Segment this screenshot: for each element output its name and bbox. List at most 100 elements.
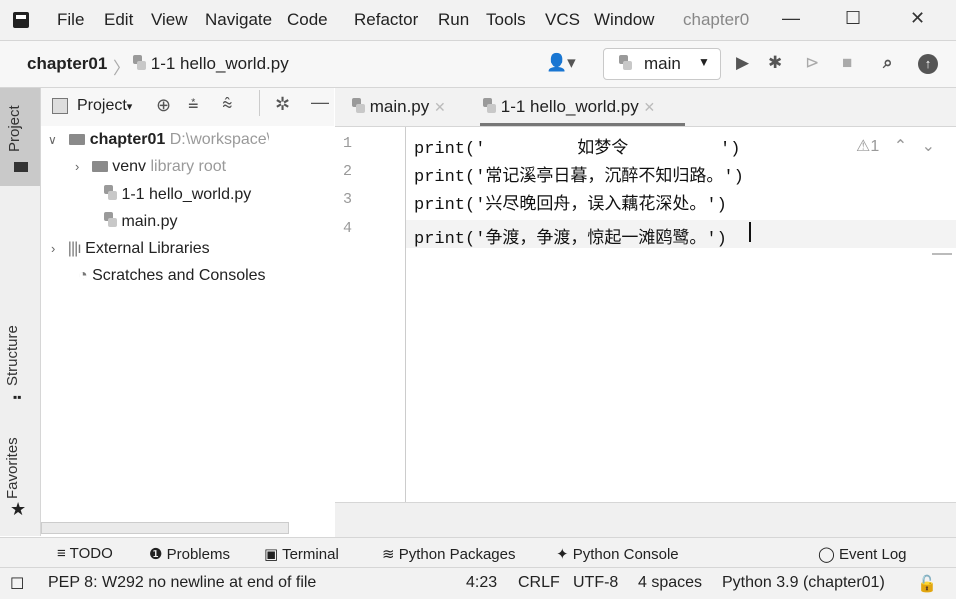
tool-python-packages[interactable]: ≋ Python Packages xyxy=(382,545,516,563)
toggle-tool-windows-icon[interactable]: ☐ xyxy=(10,574,24,594)
tool-tab-project-label: Project xyxy=(6,105,23,152)
gear-icon[interactable]: ✲ xyxy=(275,94,290,115)
maximize-icon[interactable]: ☐ xyxy=(845,8,861,29)
run-config-label: main xyxy=(644,54,681,73)
status-indent[interactable]: 4 spaces xyxy=(638,574,702,592)
tool-problems[interactable]: ❶ Problems xyxy=(149,545,230,563)
search-icon[interactable]: ⌕ xyxy=(883,53,893,73)
menu-window[interactable]: Window xyxy=(594,10,654,30)
code-line-1[interactable]: print(' 如梦令 ') xyxy=(414,133,740,159)
run-config-select[interactable]: main ▼ xyxy=(603,48,721,80)
line-number-gutter: 1 2 3 4 xyxy=(335,127,406,502)
menu-run[interactable]: Run xyxy=(438,10,469,30)
collapse-all-icon[interactable]: ⩯ xyxy=(222,94,233,115)
dropdown-icon: ▾ xyxy=(126,101,133,113)
tree-item-label: venv xyxy=(112,158,147,175)
status-message[interactable]: PEP 8: W292 no newline at end of file xyxy=(48,574,316,592)
menu-file[interactable]: File xyxy=(57,10,84,30)
line-number: 4 xyxy=(343,220,353,237)
tool-python-console-label: Python Console xyxy=(572,546,679,563)
code-line-4[interactable]: print('争渡，争渡，惊起一滩鸥鹭。') xyxy=(414,223,727,249)
user-icon[interactable]: 👤▾ xyxy=(546,53,576,73)
tab-hello-world[interactable]: 1-1 hello_world.py ✕ xyxy=(482,97,655,117)
expand-all-icon[interactable]: ⩮ xyxy=(188,94,199,115)
tree-item-venv[interactable]: › venv library root xyxy=(75,158,226,176)
menu-refactor[interactable]: Refactor xyxy=(354,10,418,30)
tree-item-scratches[interactable]: ◔ Scratches and Consoles xyxy=(78,267,266,285)
close-tab-icon[interactable]: ✕ xyxy=(643,99,655,115)
line-number: 2 xyxy=(343,163,353,180)
tree-item-main[interactable]: main.py xyxy=(103,212,177,231)
run-icon[interactable]: ▶ xyxy=(736,53,749,73)
tool-tab-favorites-label: Favorites xyxy=(4,437,21,499)
warning-icon: ⚠ xyxy=(856,138,871,155)
lock-icon[interactable]: 🔓 xyxy=(917,574,937,594)
tool-terminal[interactable]: ▣ Terminal xyxy=(264,545,339,563)
chevron-right-icon: › xyxy=(75,159,80,174)
tree-root[interactable]: ∨ chapter01 D:\workspace\chap xyxy=(48,131,269,149)
breadcrumb-file[interactable]: 1-1 hello_world.py xyxy=(132,54,289,74)
tool-event-log-label: Event Log xyxy=(838,546,907,563)
menu-edit[interactable]: Edit xyxy=(104,10,133,30)
tab-main[interactable]: main.py ✕ xyxy=(351,97,446,117)
tree-root-path: D:\workspace\chap xyxy=(169,131,269,148)
project-scrollbar[interactable] xyxy=(41,522,289,534)
tab-label: 1-1 hello_world.py xyxy=(500,97,639,116)
python-icon xyxy=(618,55,632,71)
tool-problems-label: Problems xyxy=(166,546,230,563)
divider xyxy=(259,90,260,116)
status-bar: ☐ PEP 8: W292 no newline at end of file … xyxy=(0,567,956,599)
stop-icon[interactable]: ■ xyxy=(842,53,852,73)
tree-item-hello-world[interactable]: 1-1 hello_world.py xyxy=(103,185,251,204)
status-interpreter[interactable]: Python 3.9 (chapter01) xyxy=(722,574,885,592)
locate-icon[interactable]: ⊕ xyxy=(156,95,171,116)
status-line-ending[interactable]: CRLF xyxy=(518,574,560,592)
star-icon: ★ xyxy=(10,499,27,519)
hide-panel-icon[interactable]: — xyxy=(311,92,329,113)
menu-navigate[interactable]: Navigate xyxy=(205,10,272,30)
coverage-icon[interactable]: ⊳ xyxy=(805,53,819,73)
tool-event-log[interactable]: ◯ Event Log xyxy=(818,545,907,563)
scratches-icon: ◔ xyxy=(78,267,88,284)
python-file-icon xyxy=(351,98,365,114)
code-line-3[interactable]: print('兴尽晚回舟，误入藕花深处。') xyxy=(414,189,727,215)
status-encoding[interactable]: UTF-8 xyxy=(573,574,618,592)
tab-label: main.py xyxy=(369,97,430,116)
layers-icon: ≋ xyxy=(382,546,395,563)
tool-tab-favorites[interactable]: Favorites ★ xyxy=(0,425,40,525)
tool-terminal-label: Terminal xyxy=(282,546,339,563)
python-file-icon xyxy=(103,185,117,201)
window-title: chapter0 xyxy=(683,10,750,29)
tool-todo[interactable]: ≡ TODO xyxy=(57,545,113,562)
project-view-icon xyxy=(52,98,68,114)
close-tab-icon[interactable]: ✕ xyxy=(434,99,446,115)
python-file-icon xyxy=(132,55,146,71)
tool-tab-structure[interactable]: Structure ▪▪ xyxy=(0,290,40,410)
debug-icon[interactable]: ✱ xyxy=(768,53,782,73)
tree-item-external-libraries[interactable]: › |||ı External Libraries xyxy=(51,240,210,258)
update-icon[interactable]: ↑ xyxy=(918,54,938,74)
menu-code[interactable]: Code xyxy=(287,10,328,30)
project-view-select[interactable]: Project▾ xyxy=(77,97,132,115)
tool-python-console[interactable]: ✦ Python Console xyxy=(556,545,679,563)
chevron-up-icon[interactable]: ⌃ xyxy=(894,138,907,155)
tool-window-bar: ≡ TODO ❶ Problems ▣ Terminal ≋ Python Pa… xyxy=(0,537,956,568)
python-file-icon xyxy=(103,212,117,228)
menu-vcs[interactable]: VCS xyxy=(545,10,580,30)
breadcrumb-project[interactable]: chapter01 xyxy=(27,54,107,74)
line-number: 1 xyxy=(343,135,353,152)
tool-tab-project[interactable]: Project xyxy=(0,88,40,186)
menu-tools[interactable]: Tools xyxy=(486,10,526,30)
status-position[interactable]: 4:23 xyxy=(466,574,497,592)
chevron-down-icon[interactable]: ⌄ xyxy=(922,138,935,155)
close-icon[interactable]: ✕ xyxy=(910,8,925,29)
menu-view[interactable]: View xyxy=(151,10,188,30)
breadcrumb-file-label: 1-1 hello_world.py xyxy=(150,54,289,73)
tool-tab-structure-label: Structure xyxy=(4,325,21,386)
code-line-2[interactable]: print('常记溪亭日暮，沉醉不知归路。') xyxy=(414,161,744,187)
folder-icon xyxy=(91,161,108,172)
inspection-widget[interactable]: ⚠1 ⌃ ⌄ xyxy=(856,136,935,156)
minimize-icon[interactable]: — xyxy=(782,8,800,29)
folder-icon xyxy=(69,134,86,145)
editor-bottom-area xyxy=(335,502,956,537)
